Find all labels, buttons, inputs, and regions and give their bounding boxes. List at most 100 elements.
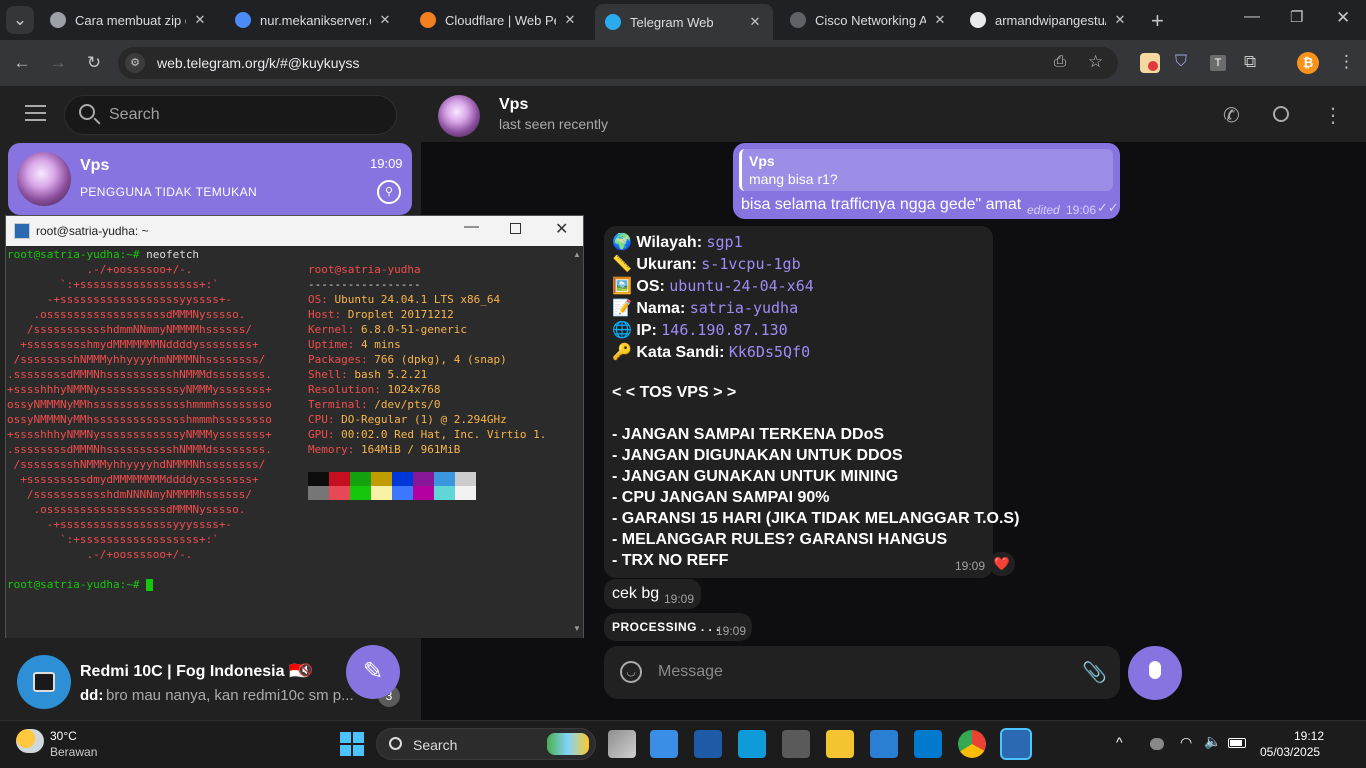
call-icon[interactable]: ✆ — [1223, 103, 1240, 128]
app-network-icon[interactable] — [782, 730, 810, 758]
voice-record-button[interactable] — [1128, 646, 1182, 700]
back-icon[interactable]: ← — [8, 49, 36, 77]
search-icon — [389, 737, 402, 750]
info-icon: 📏 — [612, 256, 632, 273]
task-view-icon[interactable] — [608, 730, 636, 758]
taskbar-search-box[interactable]: Search — [376, 728, 596, 760]
extension-video-icon[interactable] — [1140, 53, 1160, 73]
avatar — [17, 655, 71, 709]
close-window-button[interactable]: ✕ — [1336, 8, 1350, 28]
chat-title[interactable]: Vps — [499, 96, 528, 114]
tab-favicon-icon — [50, 12, 66, 28]
new-message-pencil-button[interactable]: ✎ — [346, 645, 400, 699]
color-swatch — [329, 486, 350, 500]
incoming-message[interactable]: cek bg 19:09 — [604, 579, 701, 609]
reply-text: mang bisa r1? — [749, 171, 838, 187]
neofetch-logo-line: +sssssssssdmydMMMMMMMMddddyssssssss+ — [7, 473, 259, 486]
neofetch-info-line: OS: Ubuntu 24.04.1 LTS x86_64 — [308, 293, 501, 306]
tab-5[interactable]: Cisco Networking Ac ✕ — [780, 6, 958, 34]
extension-t-icon[interactable]: T — [1210, 55, 1226, 71]
weather-temp[interactable]: 30°C — [50, 729, 77, 743]
message-composer[interactable]: ◡ Message 📎 — [604, 646, 1120, 699]
message-input[interactable]: Message — [658, 663, 723, 681]
windows-start-icon[interactable] — [340, 732, 364, 756]
putty-taskbar-icon[interactable] — [1000, 728, 1032, 760]
extensions-puzzle-icon[interactable]: ⧉ — [1244, 52, 1256, 72]
tray-overflow-icon[interactable]: ^ — [1116, 734, 1123, 750]
terminal-close-button[interactable]: ✕ — [555, 219, 568, 239]
terminal-window[interactable]: root@satria-yudha: ~ — ✕ root@satria-yud… — [5, 215, 584, 638]
tab-close-icon[interactable]: ✕ — [192, 12, 208, 28]
neofetch-logo-line: `:+ssssssssssssssssss+:` — [7, 533, 219, 546]
outgoing-message[interactable]: Vps mang bisa r1? bisa selama trafficnya… — [733, 143, 1120, 219]
battery-icon[interactable] — [1228, 738, 1246, 748]
weather-icon[interactable] — [16, 729, 44, 753]
tab-3[interactable]: Cloudflare | Web Perf ✕ — [410, 6, 588, 34]
terminal-maximize-button[interactable] — [510, 223, 521, 234]
minimize-window-button[interactable]: — — [1244, 8, 1260, 26]
site-info-icon[interactable]: ⚙ — [125, 53, 145, 73]
attach-icon[interactable]: 📎 — [1082, 660, 1107, 685]
browser-menu-icon[interactable]: ⋮ — [1338, 52, 1355, 72]
tab-favicon-icon — [970, 12, 986, 28]
tab-2[interactable]: nur.mekanikserver.com ✕ — [225, 6, 403, 34]
clock-time[interactable]: 19:12 — [1294, 729, 1324, 743]
reload-icon[interactable]: ↻ — [80, 49, 108, 77]
weather-desc[interactable]: Berawan — [50, 745, 97, 759]
new-tab-button[interactable]: + — [1151, 8, 1164, 34]
tab-search-button[interactable]: ⌄ — [6, 6, 34, 34]
chat-menu-icon[interactable]: ⋮ — [1323, 103, 1343, 128]
chrome-icon[interactable] — [958, 730, 986, 758]
hamburger-menu-icon[interactable] — [25, 105, 46, 121]
file-explorer-icon[interactable] — [826, 730, 854, 758]
url-text[interactable]: web.telegram.org/k/#@kuykuyss — [157, 55, 360, 71]
app-lightning-icon[interactable] — [738, 730, 766, 758]
terminal-output[interactable]: root@satria-yudha:~# neofetch .-/+oossss… — [6, 246, 570, 638]
incoming-message-vps-info[interactable]: 🌍 Wilayah: sgp1 📏 Ukuran: s-1vcpu-1gb 🖼️ O… — [604, 226, 1019, 578]
neofetch-logo-line: ossyNMMMNyMMhsssssssssssssshmmmhssssssso — [7, 413, 272, 426]
tab-close-icon[interactable]: ✕ — [932, 12, 948, 28]
tab-4[interactable]: Telegram Web ✕ — [595, 4, 773, 40]
volume-icon[interactable]: 🔈 — [1204, 733, 1221, 750]
forward-icon[interactable]: → — [44, 49, 72, 77]
chat-list-item-vps[interactable]: Vps 19:09 PENGGUNA TIDAK TEMUKAN ⚲ — [8, 143, 412, 215]
tos-rule: - CPU JANGAN SAMPAI 90% — [612, 489, 830, 506]
tray-app-icon[interactable] — [1150, 738, 1164, 750]
terminal-scrollbar[interactable]: ▲ ▼ — [570, 246, 583, 638]
reply-name: Vps — [749, 153, 775, 169]
incoming-message[interactable]: PROCESSING . . . 19:09 — [604, 613, 752, 641]
info-icon: 🌍 — [612, 234, 632, 251]
tab-close-icon[interactable]: ✕ — [562, 12, 578, 28]
virtualbox-icon[interactable] — [694, 730, 722, 758]
app-cloud-icon[interactable] — [870, 730, 898, 758]
restore-window-button[interactable]: ❐ — [1290, 8, 1303, 26]
emoji-icon[interactable]: ◡ — [620, 661, 642, 683]
neofetch-info-line: Memory: 164MiB / 961MiB — [308, 443, 461, 456]
terminal-titlebar[interactable]: root@satria-yudha: ~ — ✕ — [6, 216, 583, 246]
tab-6[interactable]: armandwipangestu/e ✕ — [960, 6, 1138, 34]
tab-1[interactable]: Cara membuat zip di ✕ — [40, 6, 218, 34]
tab-title: Cisco Networking Ac — [815, 12, 926, 28]
vps-info-line: 🌐 IP: 146.190.87.130 — [612, 321, 788, 339]
profile-avatar[interactable]: ₿ — [1297, 52, 1319, 74]
tab-close-icon[interactable]: ✕ — [377, 12, 393, 28]
install-app-icon[interactable]: ⎙ — [1054, 53, 1066, 70]
vscode-icon[interactable] — [914, 730, 942, 758]
extension-shield-icon[interactable]: ⛉ — [1175, 53, 1187, 71]
clock-date[interactable]: 05/03/2025 — [1260, 745, 1320, 759]
search-input[interactable]: Search — [64, 95, 397, 135]
capture-app-icon[interactable] — [650, 730, 678, 758]
bookmark-star-icon[interactable]: ☆ — [1088, 52, 1103, 72]
neofetch-info-line: Uptime: 4 mins — [308, 338, 401, 351]
tab-close-icon[interactable]: ✕ — [747, 14, 763, 30]
color-swatch — [434, 472, 455, 486]
tos-rule: - TRX NO REFF — [612, 552, 729, 569]
terminal-title: root@satria-yudha: ~ — [36, 224, 149, 238]
wifi-icon[interactable]: ◠ — [1180, 734, 1192, 751]
avatar[interactable] — [438, 95, 480, 137]
terminal-minimize-button[interactable]: — — [464, 218, 479, 235]
neofetch-logo-line: +ssssssssshmydMMMMMMMNddddyssssssss+ — [7, 338, 259, 351]
reaction-heart-icon[interactable]: ❤️ — [989, 552, 1015, 576]
chat-search-icon[interactable] — [1273, 106, 1289, 122]
tab-close-icon[interactable]: ✕ — [1112, 12, 1128, 28]
